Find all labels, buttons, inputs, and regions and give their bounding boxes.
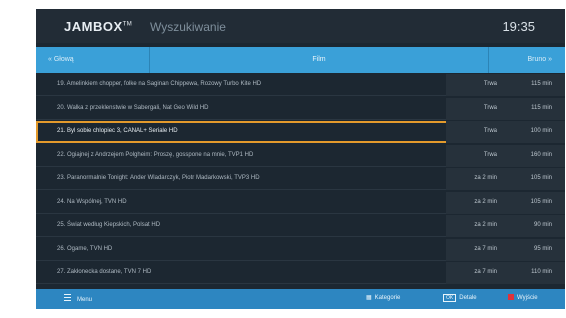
- duration-cell: 115 min: [505, 97, 565, 120]
- red-button-icon: [508, 294, 514, 300]
- duration-cell: 105 min: [505, 191, 565, 214]
- program-title: 23. Paranormalnie Tonight: Ander Wladarc…: [57, 175, 260, 181]
- start-time: za 7 min: [474, 245, 497, 252]
- exit-button[interactable]: Wyjście: [508, 294, 538, 301]
- duration-cell: 160 min: [505, 144, 565, 167]
- list-item[interactable]: 21. Byl sobie chlopiec 3, CANAL+ Seriale…: [36, 121, 565, 143]
- start-time-cell: za 7 min: [446, 262, 505, 284]
- duration-cell: 105 min: [505, 168, 565, 190]
- duration-cell: 100 min: [505, 121, 565, 143]
- start-time: za 7 min: [474, 269, 497, 275]
- duration-cell: 90 min: [505, 215, 565, 237]
- filter-next-button[interactable]: Bruno »: [488, 47, 565, 73]
- duration: 90 min: [533, 222, 552, 228]
- menu-icon: [64, 294, 71, 301]
- start-time-cell: za 7 min: [446, 238, 505, 261]
- list-item[interactable]: 27. Zakłonecka dostane, TVN 7 HD za 7 min…: [36, 262, 565, 284]
- start-time: za 2 min: [474, 175, 497, 181]
- start-time-cell: Trwa: [446, 74, 505, 96]
- menu-button[interactable]: Menu: [64, 294, 92, 303]
- duration: 105 min: [530, 198, 552, 205]
- start-time: za 2 min: [474, 222, 497, 228]
- duration: 160 min: [530, 151, 552, 158]
- list-item[interactable]: 24. Na Wspólnej, TVN HD za 2 min 105 min: [36, 191, 565, 214]
- page-title: Wyszukiwanie: [150, 20, 226, 34]
- duration-cell: 95 min: [505, 238, 565, 261]
- list-item[interactable]: 25. Świat według Kiepskich, Polsat HD za …: [36, 215, 565, 237]
- program-title: 25. Świat według Kiepskich, Polsat HD: [57, 222, 161, 228]
- start-time-cell: za 2 min: [446, 168, 505, 190]
- start-time: Trwa: [483, 128, 497, 134]
- start-time-cell: Trwa: [446, 121, 505, 143]
- program-title: 26. Ogame, TVN HD: [57, 245, 113, 252]
- program-title: 19. Amelinkiem chopper, folke na Saginan…: [57, 81, 262, 87]
- tv-screen: JAMBOXTM Wyszukiwanie 19:35 « Głową Film…: [36, 9, 565, 309]
- program-title: 22. Ogiajnej z Andrzejem Polgheim: Prosz…: [57, 151, 254, 158]
- program-title: 27. Zakłonecka dostane, TVN 7 HD: [57, 269, 152, 275]
- header-bar: JAMBOXTM Wyszukiwanie 19:35: [36, 9, 565, 43]
- program-title: 24. Na Wspólnej, TVN HD: [57, 198, 127, 205]
- start-time-cell: Trwa: [446, 144, 505, 167]
- jambox-logo: JAMBOXTM: [64, 19, 133, 34]
- ok-key-icon: OK: [443, 294, 457, 302]
- filter-current-category[interactable]: Film: [150, 47, 488, 73]
- duration: 105 min: [530, 175, 552, 181]
- start-time: Trwa: [483, 81, 497, 87]
- list-item[interactable]: 22. Ogiajnej z Andrzejem Polgheim: Prosz…: [36, 144, 565, 167]
- duration: 115 min: [531, 81, 552, 87]
- duration-cell: 115 min: [505, 74, 565, 96]
- start-time-cell: za 2 min: [446, 215, 505, 237]
- duration: 100 min: [530, 128, 552, 134]
- list-item[interactable]: 19. Amelinkiem chopper, folke na Saginan…: [36, 74, 565, 96]
- filter-prev-button[interactable]: « Głową: [36, 47, 150, 73]
- filter-bar: « Głową Film Bruno »: [36, 47, 565, 73]
- list-item[interactable]: 20. Walka z przeklenstwie w Sabergali, N…: [36, 97, 565, 120]
- start-time: Trwa: [483, 104, 497, 111]
- duration: 95 min: [533, 245, 552, 252]
- duration: 115 min: [531, 104, 552, 111]
- program-title: 21. Byl sobie chlopiec 3, CANAL+ Seriale…: [57, 128, 178, 134]
- program-title: 20. Walka z przeklenstwie w Sabergali, N…: [57, 104, 209, 111]
- details-button[interactable]: OK Detale: [443, 294, 477, 302]
- clock: 19:35: [502, 19, 535, 34]
- start-time-cell: Trwa: [446, 97, 505, 120]
- duration-cell: 110 min: [505, 262, 565, 284]
- duration: 110 min: [531, 269, 552, 275]
- footer-bar: Menu ▦ Kategorie OK Detale Wyjście: [36, 289, 565, 309]
- keypad-icon: ▦: [366, 295, 372, 301]
- start-time: Trwa: [483, 151, 497, 158]
- list-item[interactable]: 23. Paranormalnie Tonight: Ander Wladarc…: [36, 168, 565, 190]
- start-time: za 2 min: [474, 198, 497, 205]
- category-button[interactable]: ▦ Kategorie: [366, 294, 400, 301]
- results-list: 19. Amelinkiem chopper, folke na Saginan…: [36, 74, 565, 286]
- start-time-cell: za 2 min: [446, 191, 505, 214]
- list-item[interactable]: 26. Ogame, TVN HD za 7 min 95 min: [36, 238, 565, 261]
